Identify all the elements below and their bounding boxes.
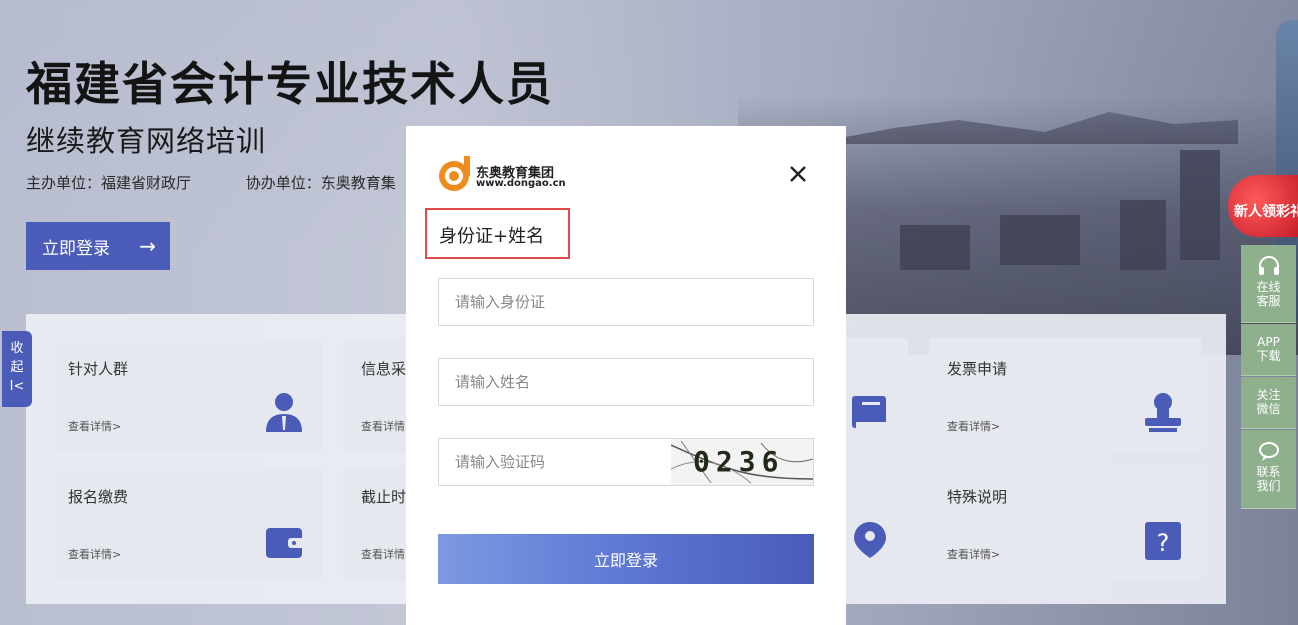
wallet-icon (266, 528, 304, 558)
side-label: 下载 (1256, 349, 1281, 363)
card-more-link[interactable]: 查看详情 (361, 418, 405, 434)
side-bar: 在线 客服 APP 下载 关注 微信 联系 我们 (1241, 245, 1296, 509)
new-user-gift-promo[interactable]: 新人领彩礼 (1228, 175, 1298, 237)
headset-icon (1258, 256, 1279, 275)
card-more-link[interactable]: 查看详情 (361, 546, 405, 562)
captcha-image[interactable]: 0236 (671, 439, 813, 485)
cohost-label: 协办单位：东奥教育集 (245, 174, 396, 192)
captcha-field[interactable]: 0236 (438, 438, 814, 486)
side-label: APP (1257, 335, 1280, 349)
name-field[interactable] (438, 358, 814, 406)
card-special-notes[interactable]: 特殊说明 查看详情> ? (929, 466, 1201, 580)
collapse-tab[interactable]: 收 起 I< (2, 331, 32, 407)
side-label: 在线 (1256, 280, 1281, 294)
side-label: 微信 (1256, 402, 1281, 416)
card-title: 发票申请 (947, 360, 1008, 378)
collapse-label-1: 收 (10, 341, 24, 356)
card-hidden-middle[interactable] (846, 338, 908, 452)
side-label: 我们 (1256, 479, 1281, 493)
stamp-icon (1145, 393, 1181, 432)
card-hidden-middle-2[interactable] (846, 466, 908, 580)
card-more-link[interactable]: 查看详情> (68, 546, 121, 562)
card-title: 针对人群 (68, 360, 129, 378)
captcha-input[interactable] (439, 439, 669, 485)
card-title: 特殊说明 (947, 488, 1008, 506)
book-icon (852, 396, 886, 428)
arrow-right-icon: → (139, 234, 156, 258)
chat-icon (1258, 442, 1279, 461)
svg-text:?: ? (1157, 529, 1170, 557)
logo-icon (439, 156, 470, 191)
hero-organizers: 主办单位：福建省财政厅 协办单位：东奥教育集 (26, 172, 446, 193)
hero-login-button[interactable]: 立即登录 → (26, 222, 170, 270)
captcha-text: 0236 (693, 445, 785, 478)
card-more-link[interactable]: 查看详情> (947, 546, 1000, 562)
submit-login-button[interactable]: 立即登录 (438, 534, 814, 584)
side-item-wechat[interactable]: 关注 微信 (1241, 377, 1296, 429)
hero-login-label: 立即登录 (42, 238, 110, 259)
hero-title: 福建省会计专业技术人员 (26, 57, 554, 111)
collapse-label-2: 起 (10, 360, 24, 375)
id-card-input[interactable] (439, 279, 813, 325)
card-info-collect[interactable]: 信息采 查看详情 (343, 338, 406, 452)
host-label: 主办单位：福建省财政厅 (26, 174, 192, 192)
card-more-link[interactable]: 查看详情> (68, 418, 121, 434)
card-more-link[interactable]: 查看详情> (947, 418, 1000, 434)
login-modal: 东奥教育集团 www.dongao.cn 身份证+姓名 0236 立即登录 (406, 126, 846, 625)
side-item-contact[interactable]: 联系 我们 (1241, 430, 1296, 509)
card-title: 截止时 (361, 488, 407, 506)
collapse-label-3: I< (9, 379, 25, 394)
side-item-app-download[interactable]: APP 下载 (1241, 324, 1296, 376)
card-registration[interactable]: 报名缴费 查看详情> (50, 466, 322, 580)
question-icon: ? (1145, 522, 1181, 560)
logo-url: www.dongao.cn (476, 178, 566, 189)
location-pin-icon (854, 522, 886, 558)
card-title: 信息采 (361, 360, 407, 378)
hero-subtitle: 继续教育网络培训 (26, 124, 267, 158)
card-title: 报名缴费 (68, 488, 129, 506)
people-icon (266, 393, 302, 432)
dongao-logo: 东奥教育集团 www.dongao.cn (438, 156, 578, 196)
card-invoice[interactable]: 发票申请 查看详情> (929, 338, 1201, 452)
login-method-tab[interactable]: 身份证+姓名 (425, 208, 570, 259)
card-deadline[interactable]: 截止时 查看详情 (343, 466, 406, 580)
id-card-field[interactable] (438, 278, 814, 326)
side-label: 客服 (1256, 294, 1281, 308)
card-target-group[interactable]: 针对人群 查看详情> (50, 338, 322, 452)
side-label: 关注 (1256, 388, 1281, 402)
side-label: 联系 (1256, 465, 1281, 479)
name-input[interactable] (439, 359, 813, 405)
close-icon[interactable] (786, 162, 810, 186)
side-item-online-service[interactable]: 在线 客服 (1241, 245, 1296, 323)
